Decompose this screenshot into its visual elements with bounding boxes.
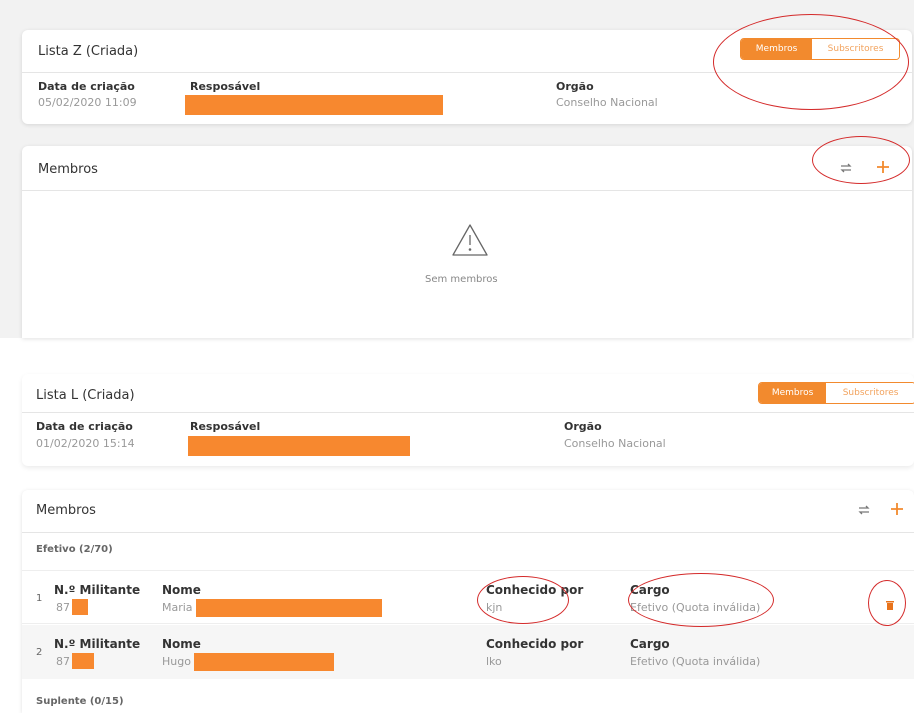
conhecido-value: lko: [486, 655, 502, 668]
nome-label: Nome: [162, 583, 201, 597]
plus-icon[interactable]: [888, 500, 906, 518]
militante-label: N.º Militante: [54, 583, 141, 597]
members-title: Membros: [38, 162, 98, 177]
redaction-bar: [188, 436, 410, 456]
conhecido-label: Conhecido por: [486, 637, 584, 651]
organ-label: Orgão: [556, 80, 594, 93]
annotation-circle: [477, 576, 569, 624]
divider: [22, 190, 912, 191]
members-tab[interactable]: Membros: [759, 383, 827, 403]
organ-value: Conselho Nacional: [564, 437, 666, 450]
responsible-label: Resposável: [190, 420, 261, 433]
divider: [22, 532, 914, 533]
divider: [22, 412, 914, 413]
creation-value: 05/02/2020 11:09: [38, 96, 137, 109]
creation-label: Data de criação: [38, 80, 135, 93]
annotation-circle: [868, 580, 906, 626]
organ-label: Orgão: [564, 420, 602, 433]
annotation-circle: [628, 573, 774, 627]
nome-value: Maria: [162, 601, 193, 614]
view-toggle[interactable]: Membros Subscritores: [758, 382, 914, 404]
redaction-bar: [72, 653, 94, 669]
redaction-bar: [72, 599, 88, 615]
redaction-bar: [196, 599, 382, 617]
warning-icon: [450, 222, 490, 258]
nome-value: Hugo: [162, 655, 191, 668]
list-title: Lista L (Criada): [36, 388, 135, 403]
cargo-value: Efetivo (Quota inválida): [630, 655, 761, 668]
table-row[interactable]: 1 N.º Militante 87 Nome Maria Conhecido …: [22, 570, 914, 624]
annotation-circle: [812, 136, 910, 184]
table-row[interactable]: 2 N.º Militante 87 Nome Hugo Conhecido p…: [22, 625, 914, 679]
section-efetivo: Efetivo (2/70): [36, 544, 113, 555]
redaction-bar: [194, 653, 334, 671]
nome-label: Nome: [162, 637, 201, 651]
list-card: Lista L (Criada) Membros Subscritores Da…: [22, 374, 914, 466]
row-index: 2: [36, 647, 43, 658]
members-title: Membros: [36, 503, 96, 518]
swap-icon[interactable]: [856, 502, 872, 518]
list-title: Lista Z (Criada): [38, 44, 139, 59]
annotation-circle: [713, 14, 909, 110]
militante-value: 87: [56, 601, 70, 614]
section-suplente: Suplente (0/15): [36, 696, 124, 707]
subscribers-tab[interactable]: Subscritores: [826, 383, 914, 403]
creation-label: Data de criação: [36, 420, 133, 433]
members-card: Membros Sem membros: [22, 146, 912, 338]
militante-value: 87: [56, 655, 70, 668]
responsible-label: Resposável: [190, 80, 261, 93]
empty-state-text: Sem membros: [425, 274, 498, 285]
militante-label: N.º Militante: [54, 637, 141, 651]
row-index: 1: [36, 593, 43, 604]
members-card: Membros Efetivo (2/70) 1 N.º Militante 8…: [22, 490, 914, 713]
redaction-bar: [185, 95, 443, 115]
organ-value: Conselho Nacional: [556, 96, 658, 109]
creation-value: 01/02/2020 15:14: [36, 437, 135, 450]
cargo-label: Cargo: [630, 637, 670, 651]
